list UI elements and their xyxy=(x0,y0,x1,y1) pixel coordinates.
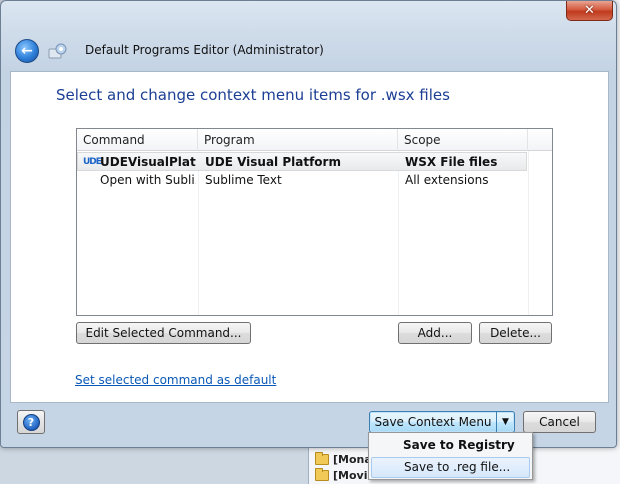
back-arrow-icon: ← xyxy=(21,43,33,59)
help-icon: ? xyxy=(22,413,40,431)
page-heading: Select and change context menu items for… xyxy=(56,86,450,104)
default-programs-icon xyxy=(48,43,67,59)
dialog-window: ✕ ← Default Programs Editor (Administrat… xyxy=(0,0,617,448)
cell-command: Open with Subli... xyxy=(100,173,196,187)
cell-scope: WSX File files xyxy=(405,155,498,169)
cell-program: Sublime Text xyxy=(205,173,282,187)
table-row[interactable]: UDE UDEVisualPlatf... UDE Visual Platfor… xyxy=(77,152,527,171)
menu-item-save-to-reg-file[interactable]: Save to .reg file... xyxy=(371,457,530,478)
table-row[interactable]: Open with Subli... Sublime Text All exte… xyxy=(77,171,527,190)
chevron-down-icon[interactable]: ▼ xyxy=(496,412,514,432)
list-header: Command Program Scope xyxy=(77,129,552,151)
edit-selected-command-button[interactable]: Edit Selected Command... xyxy=(76,322,251,344)
column-header-command[interactable]: Command xyxy=(77,129,198,151)
close-button[interactable]: ✕ xyxy=(566,1,613,21)
cell-command: UDEVisualPlatf... xyxy=(100,155,196,169)
ude-app-icon: UDE xyxy=(83,157,102,167)
folder-icon xyxy=(315,467,329,481)
cell-program: UDE Visual Platform xyxy=(205,155,341,169)
add-button[interactable]: Add... xyxy=(398,322,472,344)
context-menu-list[interactable]: Command Program Scope UDE UDEVisualPlatf… xyxy=(76,128,553,316)
column-header-scope[interactable]: Scope xyxy=(398,129,528,151)
help-button[interactable]: ? xyxy=(17,410,45,434)
desktop: ▒▒▒▒▒▒▒▒▒▒ ▒▒▒▒▒▒ ▒▒▒▒▒▒▒ [Mona [Movin ✕… xyxy=(0,0,620,484)
background-folder-item[interactable]: [Movin xyxy=(315,467,375,483)
delete-button[interactable]: Delete... xyxy=(479,322,552,344)
cell-scope: All extensions xyxy=(405,173,489,187)
back-button[interactable]: ← xyxy=(15,39,39,63)
cancel-button[interactable]: Cancel xyxy=(523,411,596,433)
content-panel: Select and change context menu items for… xyxy=(10,71,609,403)
close-icon: ✕ xyxy=(584,3,595,18)
background-folder-item[interactable]: [Mona xyxy=(315,451,372,467)
column-divider xyxy=(528,151,529,315)
save-context-menu-label: Save Context Menu xyxy=(374,415,492,429)
column-header-program[interactable]: Program xyxy=(198,129,398,151)
save-context-menu-split-button[interactable]: Save Context Menu ▼ xyxy=(369,411,515,433)
folder-label: [Mona xyxy=(333,452,372,466)
folder-icon xyxy=(315,451,329,465)
set-default-link[interactable]: Set selected command as default xyxy=(75,373,276,387)
save-dropdown-menu: Save to Registry Save to .reg file... xyxy=(368,432,533,480)
window-title: Default Programs Editor (Administrator) xyxy=(85,43,324,57)
menu-item-save-to-registry[interactable]: Save to Registry xyxy=(371,435,530,456)
